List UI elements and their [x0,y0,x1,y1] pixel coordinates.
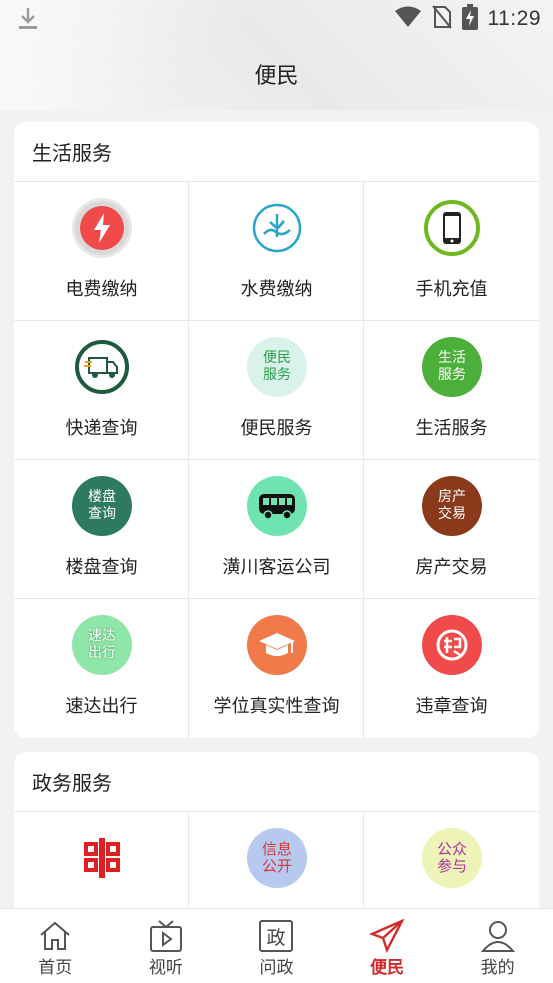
nav-label: 我的 [480,958,515,978]
service-label: 违章查询 [415,696,488,717]
service-label: 生活服务 [415,418,488,439]
service-label: 潢川客运公司 [222,557,331,578]
paper-plane-icon [369,919,405,953]
gov-logo-icon [72,828,132,888]
water-icon [247,198,307,258]
page-title: 便民 [254,64,299,89]
nav-label: 便民 [370,958,405,978]
service-label: 手机充值 [415,279,488,300]
violation-icon [422,615,482,675]
download-icon [16,6,40,32]
header: 11:29 便民 [0,0,553,110]
icon-text: 房产 交易 [438,489,466,522]
nav-label: 问政 [259,958,294,978]
nav-label: 视听 [148,958,183,978]
life-services-grid: 电费缴纳 水费缴纳 手机充值 快递查询 便民 服务 便民服务 生活 服务 生活服… [14,182,539,738]
home-icon [40,921,70,950]
user-icon [480,921,515,952]
service-real-estate[interactable]: 房产 交易 房产交易 [364,460,539,599]
nav-audio-video[interactable]: 视听 [111,909,222,983]
svg-text:政: 政 [267,927,286,949]
nav-convenience[interactable]: 便民 [332,909,443,983]
service-property-query[interactable]: 楼盘 查询 楼盘查询 [14,460,189,599]
nav-label: 首页 [38,958,73,978]
service-label: 房产交易 [415,557,488,578]
service-label: 水费缴纳 [240,279,313,300]
service-phone-recharge[interactable]: 手机充值 [364,182,539,321]
service-convenience[interactable]: 便民 服务 便民服务 [189,321,364,460]
wifi-icon [394,6,422,32]
status-bar: 11:29 [0,0,553,38]
nav-home[interactable]: 首页 [0,909,111,983]
service-life[interactable]: 生活 服务 生活服务 [364,321,539,460]
service-degree-verify[interactable]: 学位真实性查询 [189,599,364,738]
zheng-icon: 政 [259,920,294,952]
section-title-gov-services: 政务服务 [14,752,539,812]
icon-text: 楼盘 查询 [88,489,116,522]
service-suda-travel[interactable]: 速达 出行 速达出行 [14,599,189,738]
nav-ask-gov[interactable]: 政 问政 [221,909,332,983]
icon-text: 速达 出行 [88,628,116,661]
service-label: 楼盘查询 [65,557,138,578]
no-sim-icon [431,5,452,33]
service-label: 学位真实性查询 [213,696,340,717]
public-participation-icon: 公众 参与 [422,828,482,888]
phone-icon [422,198,482,258]
icon-text: 便民 服务 [263,350,291,383]
suda-travel-icon: 速达 出行 [72,615,132,675]
bus-icon [247,476,307,536]
service-label: 速达出行 [65,696,138,717]
info-disclosure-icon: 信息 公开 [247,828,307,888]
service-label: 便民服务 [240,418,313,439]
status-time: 11:29 [487,7,541,30]
tv-play-icon [149,920,182,952]
lightning-icon [72,198,132,258]
service-electricity-bill[interactable]: 电费缴纳 [14,182,189,321]
service-water-bill[interactable]: 水费缴纳 [189,182,364,321]
section-title-life-services: 生活服务 [14,122,539,182]
icon-text: 生活 服务 [438,350,466,383]
icon-text: 公众 参与 [436,840,467,875]
delivery-truck-icon [72,337,132,397]
service-bus-company[interactable]: 潢川客运公司 [189,460,364,599]
service-express-query[interactable]: 快递查询 [14,321,189,460]
service-violation-query[interactable]: 违章查询 [364,599,539,738]
nav-mine[interactable]: 我的 [442,909,553,983]
service-label: 电费缴纳 [65,279,138,300]
convenience-service-icon: 便民 服务 [247,337,307,397]
life-service-icon: 生活 服务 [422,337,482,397]
battery-charging-icon [461,4,478,34]
real-estate-icon: 房产 交易 [422,476,482,536]
graduation-cap-icon [247,615,307,675]
icon-text: 信息 公开 [261,840,292,875]
property-query-icon: 楼盘 查询 [72,476,132,536]
life-services-card: 生活服务 电费缴纳 水费缴纳 手机充值 快递查询 便民 服务 便民服务 生活 服… [14,122,539,738]
bottom-nav: 首页 视听 政 问政 便民 我的 [0,908,553,983]
service-label: 快递查询 [65,418,138,439]
